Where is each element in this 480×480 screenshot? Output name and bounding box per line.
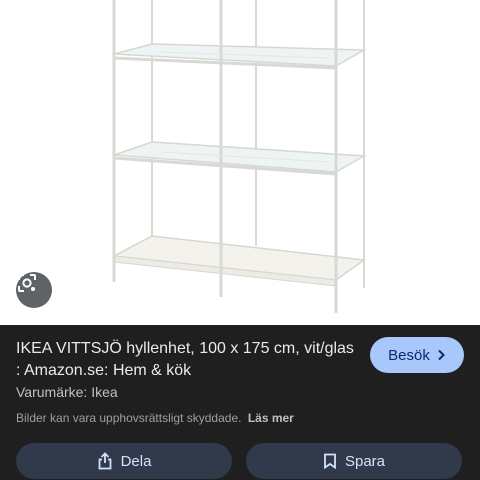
brand-label: Varumärke: Ikea — [16, 384, 118, 400]
chevron-right-icon — [436, 349, 446, 361]
bookmark-icon — [323, 453, 337, 469]
copyright-text: Bilder kan vara upphovsrättsligt skyddad… — [16, 411, 242, 425]
lens-button[interactable] — [16, 272, 52, 308]
copyright-notice: Bilder kan vara upphovsrättsligt skyddad… — [16, 411, 294, 425]
share-button[interactable]: Dela — [16, 443, 232, 479]
share-icon — [97, 452, 113, 470]
shelf-illustration — [111, 0, 367, 313]
visit-button-label: Besök — [388, 346, 430, 364]
save-button[interactable]: Spara — [246, 443, 462, 479]
learn-more-link[interactable]: Läs mer — [248, 411, 294, 425]
save-button-label: Spara — [344, 452, 386, 470]
visit-button[interactable]: Besök — [370, 337, 464, 373]
share-button-label: Dela — [120, 452, 152, 470]
product-image[interactable] — [0, 0, 480, 325]
result-title[interactable]: IKEA VITTSJÖ hyllenhet, 100 x 175 cm, vi… — [16, 338, 356, 382]
